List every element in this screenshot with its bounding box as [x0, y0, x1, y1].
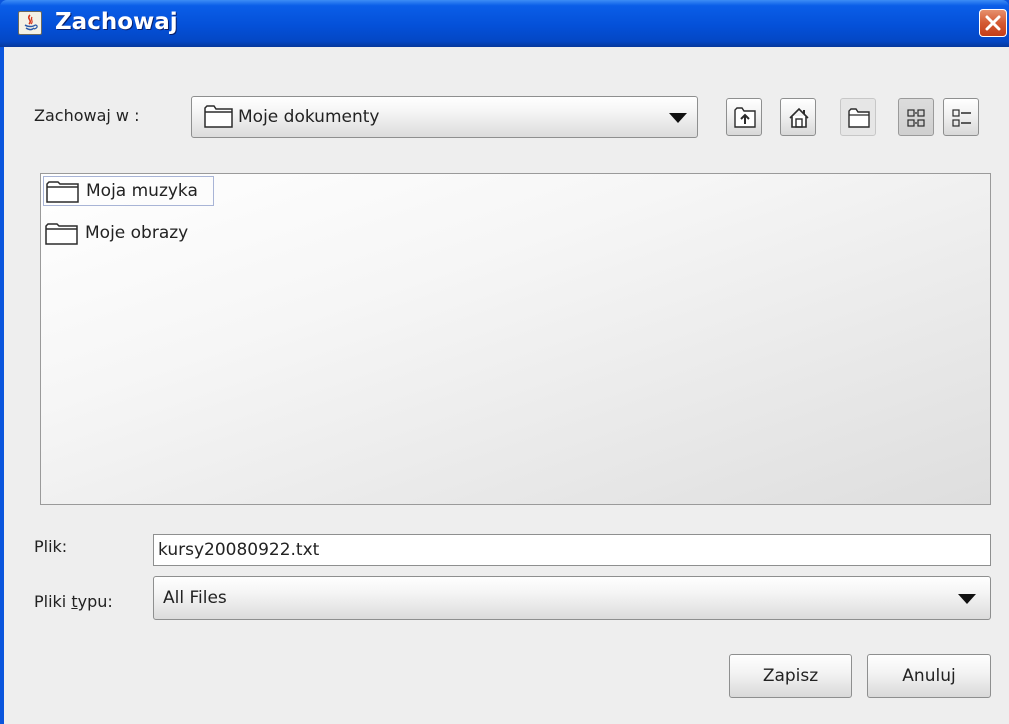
folder-icon: [204, 105, 233, 128]
up-one-level-button[interactable]: [726, 98, 762, 136]
title-bar[interactable]: Zachowaj: [0, 0, 1009, 47]
look-in-value: Moje dokumenty: [238, 107, 380, 127]
chevron-down-icon: [958, 594, 976, 604]
list-item-label: Moje obrazy: [85, 223, 189, 243]
file-list[interactable]: Moja muzyka Moje obrazy: [40, 173, 991, 505]
look-in-combo[interactable]: Moje dokumenty: [191, 96, 698, 138]
file-name-label: Plik:: [34, 537, 68, 556]
list-view-button[interactable]: [898, 98, 934, 136]
home-icon: [789, 107, 809, 128]
dialog-body: Zachowaj w : Moje dokumenty Moja muzyka …: [4, 47, 1009, 724]
list-item[interactable]: Moje obrazy: [43, 219, 214, 249]
file-type-label-start: Pliki: [34, 592, 72, 611]
close-button[interactable]: [979, 9, 1007, 37]
new-folder-button[interactable]: [840, 98, 876, 136]
details-view-button[interactable]: [943, 98, 979, 136]
cancel-button[interactable]: Anuluj: [867, 654, 991, 698]
list-item[interactable]: Moja muzyka: [43, 176, 214, 206]
details-view-icon: [952, 109, 971, 127]
file-type-label-end: ypu:: [77, 592, 113, 611]
chevron-down-icon: [669, 113, 687, 123]
java-icon[interactable]: [18, 11, 42, 35]
look-in-label: Zachowaj w :: [34, 106, 140, 125]
file-type-label: Pliki typu:: [34, 592, 113, 611]
home-button[interactable]: [780, 98, 816, 136]
close-icon: [985, 15, 1001, 31]
save-button[interactable]: Zapisz: [729, 654, 852, 698]
list-view-icon: [907, 109, 925, 127]
file-name-input[interactable]: [158, 538, 978, 562]
list-item-label: Moja muzyka: [86, 181, 198, 201]
new-folder-icon: [848, 108, 870, 128]
file-type-combo[interactable]: All Files: [153, 576, 991, 620]
file-name-field[interactable]: [153, 534, 991, 566]
file-type-value: All Files: [163, 588, 227, 608]
folder-up-icon: [734, 107, 756, 128]
folder-icon: [45, 223, 78, 245]
window-title: Zachowaj: [55, 9, 178, 35]
folder-icon: [46, 181, 79, 203]
save-dialog: Zachowaj Zachowaj w : Moje dokumenty Moj…: [0, 0, 1009, 724]
